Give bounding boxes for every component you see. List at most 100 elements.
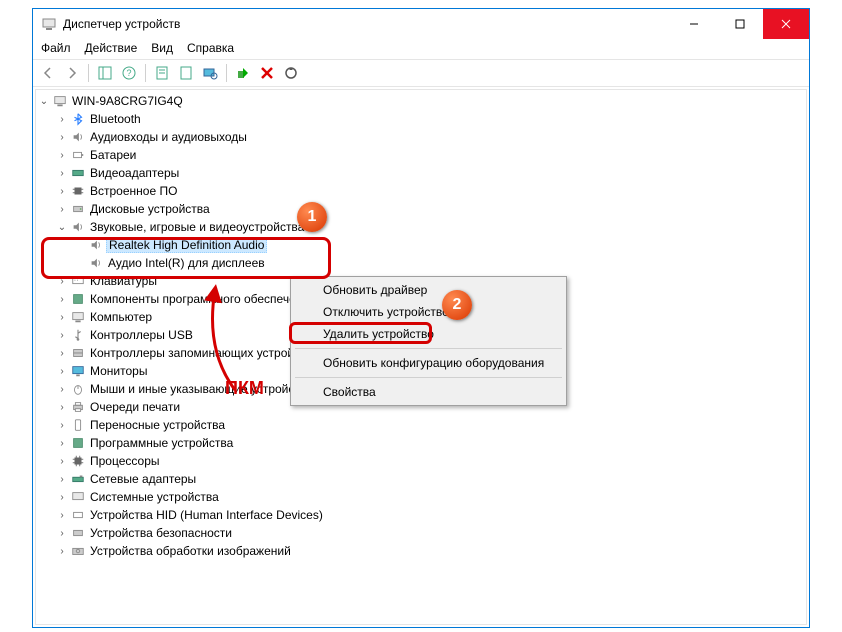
- app-icon: [41, 16, 57, 32]
- monitor-icon: [70, 363, 86, 379]
- camera-icon: [70, 543, 86, 559]
- tree-item-label: Контроллеры USB: [88, 328, 195, 342]
- expand-icon[interactable]: ›: [56, 510, 68, 521]
- tree-item-label: Дисковые устройства: [88, 202, 212, 216]
- minimize-button[interactable]: [671, 9, 717, 39]
- expand-icon[interactable]: ›: [56, 474, 68, 485]
- tree-item-display-adapters[interactable]: › Видеоадаптеры: [36, 164, 806, 182]
- tree-item-label: Bluetooth: [88, 112, 143, 126]
- update-driver-button[interactable]: [280, 62, 302, 84]
- tree-item-network-adapters[interactable]: › Сетевые адаптеры: [36, 470, 806, 488]
- expand-icon[interactable]: ›: [56, 168, 68, 179]
- expand-icon[interactable]: ›: [56, 114, 68, 125]
- show-hide-tree-button[interactable]: [94, 62, 116, 84]
- scan-hardware-button[interactable]: [199, 62, 221, 84]
- network-icon: [70, 471, 86, 487]
- expand-icon[interactable]: ›: [56, 132, 68, 143]
- titlebar: Диспетчер устройств: [33, 9, 809, 39]
- expand-icon[interactable]: ›: [56, 456, 68, 467]
- tree-item-label: Устройства безопасности: [88, 526, 234, 540]
- expand-icon[interactable]: ›: [56, 492, 68, 503]
- security-icon: [70, 525, 86, 541]
- tree-item-audio-io[interactable]: › Аудиовходы и аудиовыходы: [36, 128, 806, 146]
- printer-icon: [70, 399, 86, 415]
- expand-icon[interactable]: ›: [56, 204, 68, 215]
- expand-icon[interactable]: ›: [56, 276, 68, 287]
- bluetooth-icon: [70, 111, 86, 127]
- menu-separator: [295, 348, 562, 349]
- menu-uninstall-device[interactable]: Удалить устройство: [293, 323, 564, 345]
- menu-action[interactable]: Действие: [85, 41, 138, 57]
- uninstall-button[interactable]: [256, 62, 278, 84]
- toolbar-separator: [145, 64, 146, 82]
- tree-item-label: Батареи: [88, 148, 138, 162]
- tree-item-label: Переносные устройства: [88, 418, 227, 432]
- expand-icon[interactable]: ›: [56, 402, 68, 413]
- tree-item-realtek-audio[interactable]: Realtek High Definition Audio: [36, 236, 806, 254]
- back-button[interactable]: [37, 62, 59, 84]
- menu-file[interactable]: Файл: [41, 41, 71, 57]
- menu-help[interactable]: Справка: [187, 41, 234, 57]
- portable-icon: [70, 417, 86, 433]
- menu-update-driver[interactable]: Обновить драйвер: [293, 279, 564, 301]
- tree-item-label: Системные устройства: [88, 490, 221, 504]
- system-icon: [70, 489, 86, 505]
- tree-item-system-devices[interactable]: › Системные устройства: [36, 488, 806, 506]
- tree-item-intel-audio[interactable]: Аудио Intel(R) для дисплеев: [36, 254, 806, 272]
- menu-disable-device[interactable]: Отключить устройство: [293, 301, 564, 323]
- expand-icon[interactable]: ›: [56, 348, 68, 359]
- forward-button[interactable]: [61, 62, 83, 84]
- expand-icon[interactable]: ›: [56, 186, 68, 197]
- tree-item-software-devices[interactable]: › Программные устройства: [36, 434, 806, 452]
- tree-item-label: Компьютер: [88, 310, 154, 324]
- tree-item-portable-devices[interactable]: › Переносные устройства: [36, 416, 806, 434]
- expand-icon[interactable]: ›: [56, 384, 68, 395]
- menu-scan-hardware[interactable]: Обновить конфигурацию оборудования: [293, 352, 564, 374]
- tree-item-firmware[interactable]: › Встроенное ПО: [36, 182, 806, 200]
- expand-icon[interactable]: ›: [56, 330, 68, 341]
- expand-icon[interactable]: ›: [56, 546, 68, 557]
- display-adapter-icon: [70, 165, 86, 181]
- expand-icon[interactable]: ›: [56, 528, 68, 539]
- help-button[interactable]: ?: [118, 62, 140, 84]
- component-icon: [70, 291, 86, 307]
- tree-item-hid[interactable]: › Устройства HID (Human Interface Device…: [36, 506, 806, 524]
- expand-icon[interactable]: ›: [56, 438, 68, 449]
- expand-icon[interactable]: ›: [56, 312, 68, 323]
- expand-icon[interactable]: ›: [56, 294, 68, 305]
- properties-button[interactable]: [151, 62, 173, 84]
- window-controls: [671, 9, 809, 39]
- tree-item-imaging-devices[interactable]: › Устройства обработки изображений: [36, 542, 806, 560]
- enable-button[interactable]: [232, 62, 254, 84]
- speaker-icon: [88, 237, 104, 253]
- expand-icon[interactable]: ›: [56, 366, 68, 377]
- tree-item-disk-drives[interactable]: › Дисковые устройства: [36, 200, 806, 218]
- tree-item-label: Сетевые адаптеры: [88, 472, 198, 486]
- speaker-icon: [70, 129, 86, 145]
- update-button[interactable]: [175, 62, 197, 84]
- menu-view[interactable]: Вид: [151, 41, 173, 57]
- close-button[interactable]: [763, 9, 809, 39]
- expand-icon[interactable]: ›: [56, 150, 68, 161]
- toolbar-separator: [88, 64, 89, 82]
- tree-item-label: Аудиовходы и аудиовыходы: [88, 130, 249, 144]
- tree-item-label: Аудио Intel(R) для дисплеев: [106, 256, 267, 270]
- tree-item-processors[interactable]: › Процессоры: [36, 452, 806, 470]
- tree-item-sound-video-game[interactable]: ⌄ Звуковые, игровые и видеоустройства: [36, 218, 806, 236]
- tree-item-label: Встроенное ПО: [88, 184, 179, 198]
- tree-item-batteries[interactable]: › Батареи: [36, 146, 806, 164]
- menu-properties[interactable]: Свойства: [293, 381, 564, 403]
- expand-icon[interactable]: ›: [56, 420, 68, 431]
- tree-item-label: Мыши и иные указывающие устройства: [88, 382, 315, 396]
- expand-icon[interactable]: ⌄: [38, 96, 50, 107]
- tree-item-bluetooth[interactable]: › Bluetooth: [36, 110, 806, 128]
- collapse-icon[interactable]: ⌄: [56, 222, 68, 233]
- computer-icon: [70, 309, 86, 325]
- tree-item-security-devices[interactable]: › Устройства безопасности: [36, 524, 806, 542]
- computer-icon: [52, 93, 68, 109]
- tree-item-label: Realtek High Definition Audio: [106, 237, 267, 253]
- tree-root[interactable]: ⌄ WIN-9A8CRG7IG4Q: [36, 92, 806, 110]
- maximize-button[interactable]: [717, 9, 763, 39]
- toolbar-separator: [226, 64, 227, 82]
- tree-item-label: Устройства HID (Human Interface Devices): [88, 508, 325, 522]
